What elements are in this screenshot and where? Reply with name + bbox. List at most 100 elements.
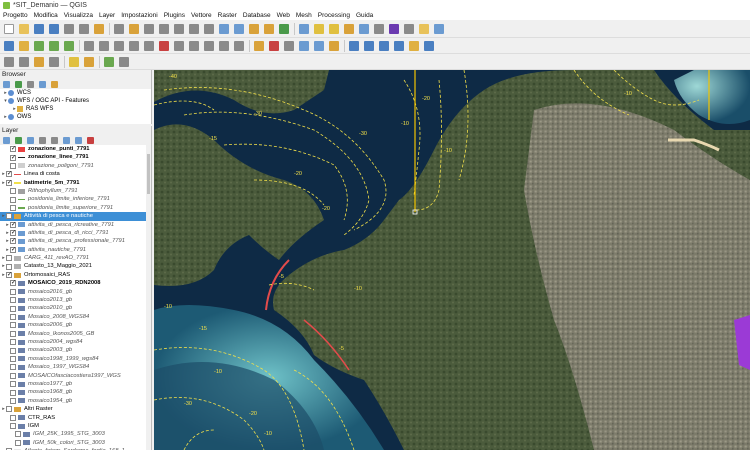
layer-visibility-checkbox[interactable]: ✓	[10, 246, 16, 253]
layer-row[interactable]: mosaico2006_gb	[0, 321, 151, 329]
delete-icon[interactable]	[159, 40, 169, 51]
filter-icon[interactable]	[27, 80, 34, 88]
layer-visibility-checkbox[interactable]	[10, 339, 16, 346]
layer-visibility-checkbox[interactable]: ✓	[6, 171, 12, 178]
pin-icon[interactable]	[84, 56, 94, 67]
label-icon[interactable]	[254, 40, 264, 51]
layer-row[interactable]: mosaico1998_1999_wgs84	[0, 355, 151, 363]
layer-visibility-checkbox[interactable]: ✓	[10, 230, 16, 237]
print-layout-icon[interactable]	[64, 23, 74, 34]
zoom-layer-icon[interactable]	[189, 23, 199, 34]
label-show-icon[interactable]	[284, 40, 294, 51]
new-bookmark-icon[interactable]	[249, 23, 259, 34]
layer-visibility-checkbox[interactable]	[10, 314, 16, 320]
layer-visibility-checkbox[interactable]: ✓	[6, 179, 12, 186]
layer-row[interactable]: mosaico1968_gb	[0, 388, 151, 396]
zoom-full-icon[interactable]	[174, 23, 184, 34]
layer-row[interactable]: ▸ ✓ attivita_di_pesca_di_ricci_7791	[0, 229, 151, 237]
layer-row[interactable]: mosaico2003_gb	[0, 346, 151, 354]
vertex-tool-icon[interactable]	[144, 40, 154, 51]
layer-visibility-checkbox[interactable]	[6, 213, 12, 220]
snapping-icon[interactable]	[19, 56, 29, 67]
data-source-manager-icon[interactable]	[4, 40, 14, 51]
layer-row[interactable]: mosaico1954_gb	[0, 397, 151, 405]
layer-row[interactable]: ✓ zonazione_punti_7791	[0, 145, 151, 153]
save-edits-icon[interactable]	[99, 40, 109, 51]
paste-icon[interactable]	[204, 40, 214, 51]
menu-modifica[interactable]: Modifica	[34, 12, 58, 19]
digitize-icon[interactable]	[4, 56, 14, 67]
label-rotate-icon[interactable]	[314, 40, 324, 51]
add-raster-icon[interactable]	[49, 40, 59, 51]
layer-row[interactable]: mosaico2004_wgs84	[0, 338, 151, 346]
layer-row[interactable]: ▸ ✓ batimetrie_5m_7791	[0, 179, 151, 187]
scrollbar-thumb[interactable]	[147, 154, 150, 194]
measure-icon[interactable]	[404, 23, 414, 34]
edit-icon[interactable]	[84, 40, 94, 51]
layer-visibility-checkbox[interactable]	[15, 439, 21, 446]
menu-progetto[interactable]: Progetto	[3, 12, 28, 19]
move-feature-icon[interactable]	[129, 40, 139, 51]
layer-row[interactable]: ▸ ✓ attivita_di_pesca_professionale_7791	[0, 237, 151, 245]
zoom-next-icon[interactable]	[234, 23, 244, 34]
layer-row[interactable]: MOSAICOfasciacostiera1997_WGS	[0, 372, 151, 380]
layer-row[interactable]: IGM_25K_1995_STG_3003	[0, 430, 151, 438]
plugin-e-icon[interactable]	[424, 40, 434, 51]
menu-visualizza[interactable]: Visualizza	[64, 12, 93, 19]
pan-to-selection-icon[interactable]	[129, 23, 139, 34]
annotation-icon[interactable]	[419, 23, 429, 34]
layer-row[interactable]: ✓ MOSAICO_2019_RDN2008	[0, 279, 151, 287]
layer-visibility-checkbox[interactable]	[10, 372, 16, 379]
layer-row[interactable]: ▸ Catasto_13_Maggio_2021	[0, 262, 151, 270]
eye-icon[interactable]	[27, 136, 34, 144]
collapse-all-icon[interactable]	[39, 80, 46, 88]
refresh-icon[interactable]	[279, 23, 289, 34]
add-group-icon[interactable]	[15, 136, 22, 144]
layer-visibility-checkbox[interactable]	[15, 431, 21, 438]
filter-icon[interactable]	[39, 136, 46, 144]
menu-raster[interactable]: Raster	[218, 12, 237, 19]
new-layer-icon[interactable]	[19, 40, 29, 51]
menu-plugins[interactable]: Plugins	[164, 12, 185, 19]
layout-manager-icon[interactable]	[79, 23, 89, 34]
plugin-c-icon[interactable]	[379, 40, 389, 51]
layer-visibility-checkbox[interactable]	[10, 288, 16, 295]
zoom-selection-icon[interactable]	[204, 23, 214, 34]
plugin-a-icon[interactable]	[349, 40, 359, 51]
map-view[interactable]: -40 -30 -20 -10 -10 -10 -15 -20 -30 -10 …	[154, 70, 750, 450]
layer-visibility-checkbox[interactable]	[10, 196, 16, 203]
toolbox-icon[interactable]	[374, 23, 384, 34]
layer-visibility-checkbox[interactable]	[10, 330, 16, 337]
layer-visibility-checkbox[interactable]	[10, 322, 16, 329]
layer-visibility-checkbox[interactable]: ✓	[10, 280, 16, 287]
menu-mesh[interactable]: Mesh	[296, 12, 312, 19]
map-canvas[interactable]: -40 -30 -20 -10 -10 -10 -15 -20 -30 -10 …	[154, 70, 750, 450]
save-project-icon[interactable]	[34, 23, 44, 34]
layer-visibility-checkbox[interactable]	[10, 414, 16, 421]
layer-visibility-checkbox[interactable]	[10, 397, 16, 404]
layer-visibility-checkbox[interactable]: ✓	[6, 272, 12, 279]
layer-row[interactable]: Mosaico_Ikonos2005_GB	[0, 330, 151, 338]
layer-visibility-checkbox[interactable]	[10, 305, 16, 312]
copy-icon[interactable]	[189, 40, 199, 51]
save-as-icon[interactable]	[49, 23, 59, 34]
layer-row[interactable]: ▸ ✓ attivita_di_pesca_ricreative_7791	[0, 221, 151, 229]
layer-visibility-checkbox[interactable]	[10, 188, 16, 195]
layer-row[interactable]: posidonia_limite_superiore_7791	[0, 204, 151, 212]
browser-item-ras-wfs[interactable]: ▸ RAS WFS	[0, 105, 151, 113]
info-icon[interactable]	[51, 80, 58, 88]
layer-visibility-checkbox[interactable]	[6, 255, 12, 262]
layer-row[interactable]: posidonia_limite_inferiore_7791	[0, 195, 151, 203]
layer-visibility-checkbox[interactable]	[10, 364, 16, 371]
layer-visibility-checkbox[interactable]: ✓	[10, 221, 16, 228]
remove-layer-icon[interactable]	[87, 136, 94, 144]
redo-icon[interactable]	[234, 40, 244, 51]
menu-processing[interactable]: Processing	[318, 12, 350, 19]
undo-icon[interactable]	[219, 40, 229, 51]
layer-row[interactable]: zonazione_poligoni_7791	[0, 162, 151, 170]
menu-web[interactable]: Web	[277, 12, 290, 19]
menu-guida[interactable]: Guida	[356, 12, 373, 19]
identify-icon[interactable]	[299, 23, 309, 34]
layer-visibility-checkbox[interactable]	[10, 381, 16, 388]
layer-visibility-checkbox[interactable]	[10, 347, 16, 354]
